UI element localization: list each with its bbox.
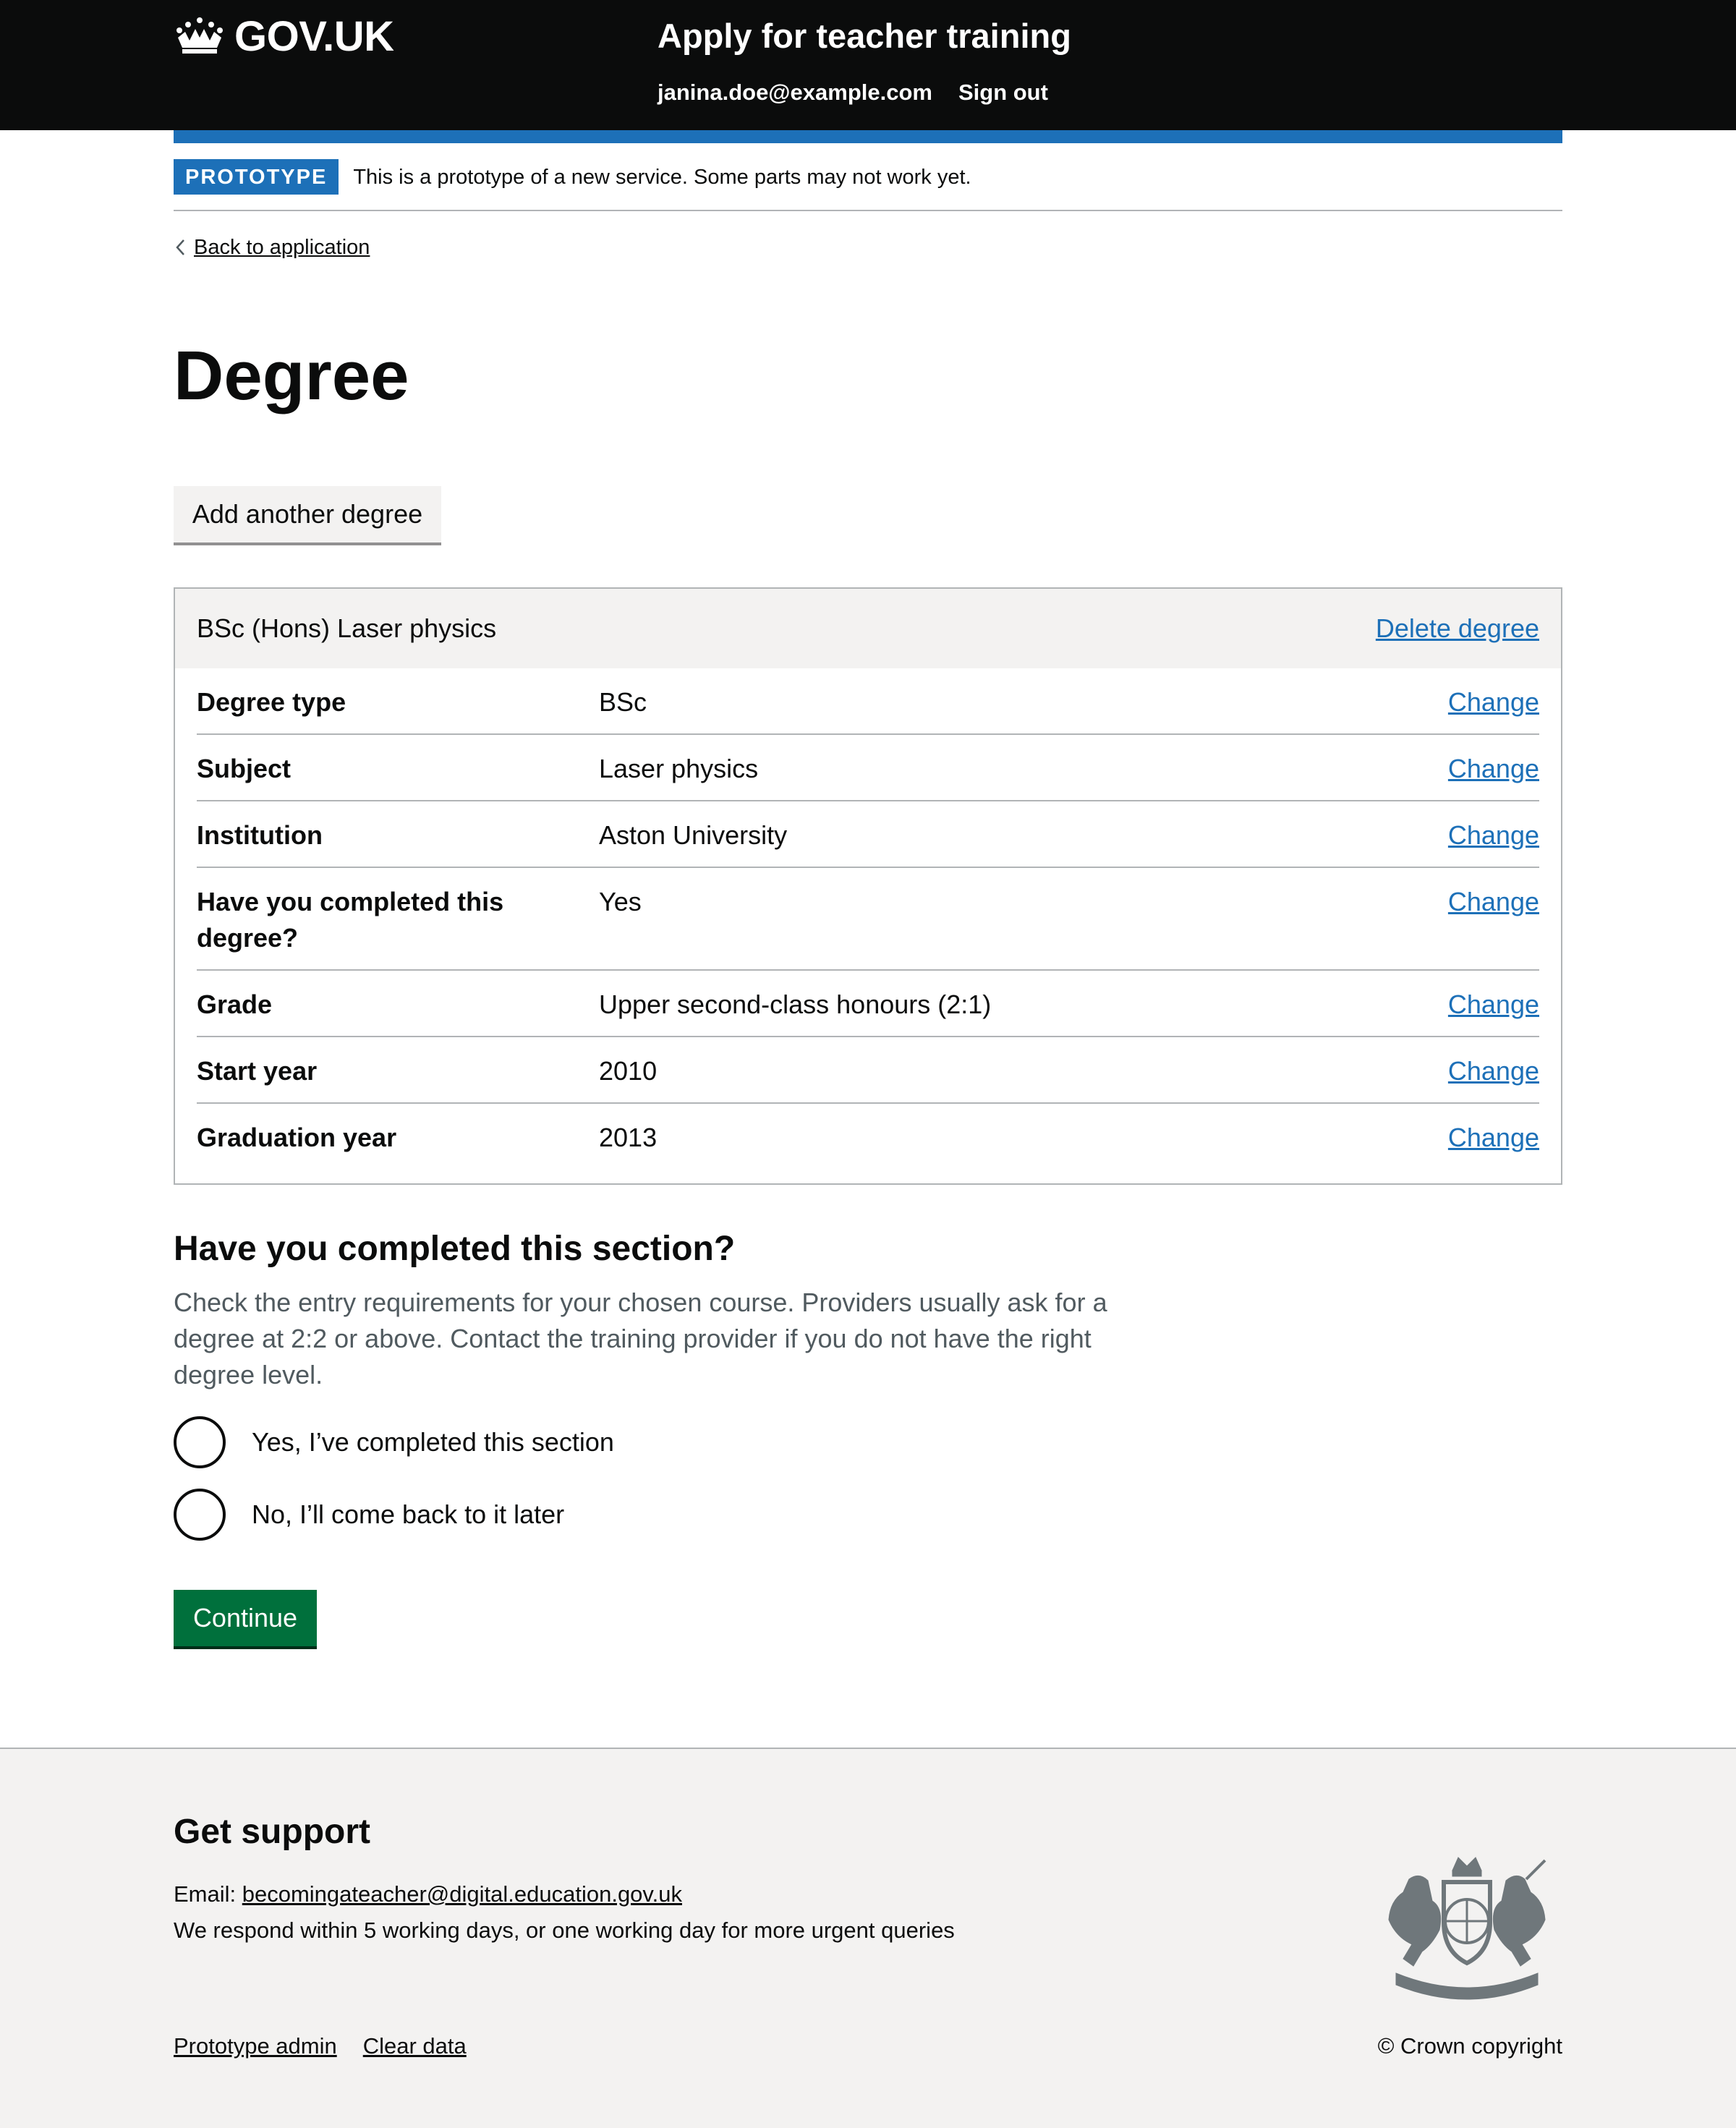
radio-label[interactable]: Yes, I’ve completed this section bbox=[252, 1427, 614, 1457]
chevron-left-icon bbox=[176, 239, 184, 255]
support-email-link[interactable]: becomingateacher@digital.education.gov.u… bbox=[242, 1881, 682, 1907]
change-grade-link[interactable]: Change bbox=[1448, 989, 1539, 1019]
summary-key: Grade bbox=[197, 989, 273, 1019]
crown-copyright[interactable]: © Crown copyright bbox=[1378, 2031, 1562, 2061]
delete-degree-link[interactable]: Delete degree bbox=[1376, 613, 1539, 644]
email-label: Email: bbox=[174, 1881, 242, 1907]
summary-row-start-year: Start year 2010 Change bbox=[197, 1037, 1539, 1104]
royal-coat-of-arms-icon bbox=[1388, 1857, 1546, 2000]
summary-row-completed: Have you completed this degree? Yes Chan… bbox=[197, 868, 1539, 971]
card-title: BSc (Hons) Laser physics bbox=[197, 613, 497, 643]
change-subject-link[interactable]: Change bbox=[1448, 754, 1539, 783]
radio-circle[interactable] bbox=[174, 1416, 226, 1468]
page-title: Degree bbox=[174, 337, 409, 414]
summary-value: Upper second-class honours (2:1) bbox=[599, 989, 992, 1019]
summary-value: Laser physics bbox=[599, 754, 759, 783]
summary-value: 2013 bbox=[599, 1123, 658, 1152]
summary-value: Aston University bbox=[599, 820, 788, 850]
change-degree-type-link[interactable]: Change bbox=[1448, 687, 1539, 717]
summary-key: Start year bbox=[197, 1056, 318, 1086]
summary-row-grade: Grade Upper second-class honours (2:1) C… bbox=[197, 971, 1539, 1037]
summary-key: Institution bbox=[197, 820, 323, 850]
continue-button[interactable]: Continue bbox=[174, 1590, 317, 1646]
back-link[interactable]: Back to application bbox=[174, 233, 370, 262]
summary-list: Degree type BSc Change Subject Laser phy… bbox=[175, 668, 1561, 1169]
clear-data-link[interactable]: Clear data bbox=[363, 2031, 467, 2061]
summary-key: Degree type bbox=[197, 687, 346, 717]
section-complete-heading: Have you completed this section? bbox=[174, 1230, 736, 1268]
summary-key: Subject bbox=[197, 754, 292, 783]
change-completed-link[interactable]: Change bbox=[1448, 887, 1539, 916]
change-graduation-year-link[interactable]: Change bbox=[1448, 1123, 1539, 1152]
service-name[interactable]: Apply for teacher training bbox=[658, 14, 1071, 58]
account-email-link[interactable]: janina.doe@example.com bbox=[658, 78, 932, 107]
header-nav: janina.doe@example.com Sign out bbox=[658, 78, 1048, 107]
site-header: GOV.UK Apply for teacher training janina… bbox=[0, 0, 1736, 130]
card-header: BSc (Hons) Laser physics Delete degree bbox=[175, 589, 1561, 668]
section-hint: Check the entry requirements for your ch… bbox=[174, 1288, 1107, 1389]
header-blue-bar bbox=[174, 130, 1562, 143]
crown-icon bbox=[176, 17, 223, 54]
summary-key: Graduation year bbox=[197, 1123, 397, 1152]
phase-banner: PROTOTYPE This is a prototype of a new s… bbox=[174, 159, 1562, 211]
footer-links: Prototype admin Clear data bbox=[174, 2031, 467, 2061]
change-institution-link[interactable]: Change bbox=[1448, 820, 1539, 850]
govuk-logo[interactable]: GOV.UK bbox=[174, 12, 394, 60]
summary-row-institution: Institution Aston University Change bbox=[197, 801, 1539, 868]
change-start-year-link[interactable]: Change bbox=[1448, 1056, 1539, 1086]
summary-row-degree-type: Degree type BSc Change bbox=[197, 668, 1539, 735]
summary-value: Yes bbox=[599, 887, 642, 916]
sign-out-link[interactable]: Sign out bbox=[958, 78, 1048, 107]
back-link-text[interactable]: Back to application bbox=[194, 233, 370, 262]
radio-circle[interactable] bbox=[174, 1489, 226, 1541]
prototype-admin-link[interactable]: Prototype admin bbox=[174, 2031, 337, 2061]
summary-row-subject: Subject Laser physics Change bbox=[197, 735, 1539, 801]
summary-row-graduation-year: Graduation year 2013 Change bbox=[197, 1104, 1539, 1169]
footer-response-time: We respond within 5 working days, or one… bbox=[174, 1918, 955, 1943]
add-another-degree-button[interactable]: Add another degree bbox=[174, 486, 441, 542]
radio-label[interactable]: No, I’ll come back to it later bbox=[252, 1499, 564, 1530]
degree-summary-card: BSc (Hons) Laser physics Delete degree D… bbox=[174, 587, 1562, 1185]
summary-value: 2010 bbox=[599, 1056, 658, 1086]
site-footer: Get support Email: becomingateacher@digi… bbox=[0, 1748, 1736, 2128]
logo-text: GOV.UK bbox=[234, 12, 394, 60]
footer-email: Email: becomingateacher@digital.educatio… bbox=[174, 1879, 682, 1910]
radio-no-come-back[interactable]: No, I’ll come back to it later bbox=[174, 1489, 564, 1541]
summary-key: Have you completed this degree? bbox=[197, 887, 504, 953]
phase-text: This is a prototype of a new service. So… bbox=[353, 166, 971, 189]
radio-yes-completed[interactable]: Yes, I’ve completed this section bbox=[174, 1416, 614, 1468]
phase-tag: PROTOTYPE bbox=[174, 159, 339, 195]
summary-value: BSc bbox=[599, 687, 647, 717]
footer-heading: Get support bbox=[174, 1813, 370, 1851]
